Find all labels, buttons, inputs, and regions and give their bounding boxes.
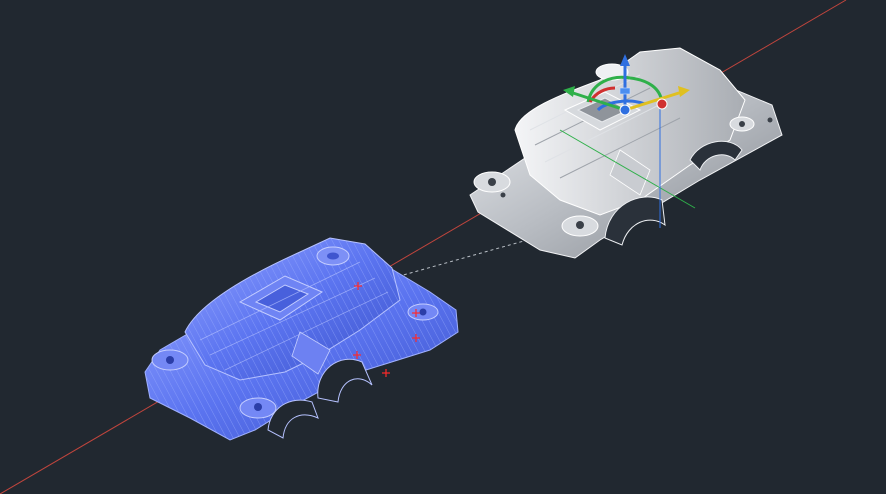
selected-bearing-housing[interactable] [144, 237, 459, 441]
grip-marker[interactable] [382, 369, 390, 377]
model-space-canvas[interactable] [0, 0, 886, 494]
drawing-viewport[interactable] [0, 0, 886, 494]
